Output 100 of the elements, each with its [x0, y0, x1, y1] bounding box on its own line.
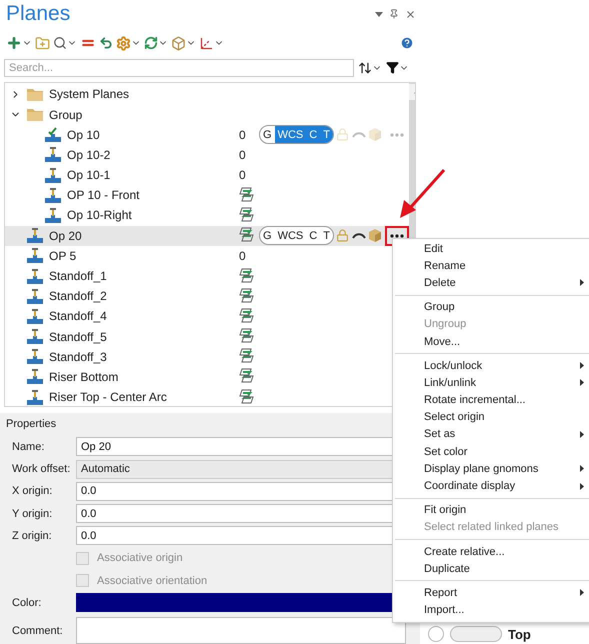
- filter-icon[interactable]: [386, 61, 399, 74]
- tree-item-label[interactable]: Standoff_2: [49, 289, 107, 304]
- tree-item-label[interactable]: Standoff_1: [49, 269, 107, 284]
- box-icon: [368, 128, 381, 142]
- plane-icon: [45, 208, 61, 223]
- submenu-arrow-icon: [580, 430, 584, 438]
- annotation-arrow: [398, 168, 448, 220]
- coordinate-toggle[interactable]: G WCS C T: [259, 226, 334, 246]
- plane-icon: [27, 329, 43, 344]
- menu-item[interactable]: Move...: [393, 332, 589, 350]
- menu-item[interactable]: Lock/unlock: [393, 357, 589, 374]
- link-icon: [239, 347, 255, 364]
- link-icon: [239, 286, 255, 303]
- field-label: Comment:: [12, 624, 64, 636]
- panel-title: Planes: [6, 2, 70, 26]
- add-icon[interactable]: [6, 35, 22, 52]
- menu-item[interactable]: Create relative...: [393, 543, 589, 560]
- offset-value: 0: [239, 248, 246, 263]
- axes-icon[interactable]: [199, 36, 214, 51]
- section-title: Properties: [6, 418, 58, 430]
- plane-check-icon: [45, 127, 61, 142]
- field-label: Y origin:: [12, 508, 54, 520]
- offset-value: 0: [239, 128, 246, 142]
- checkbox-label: Associative origin: [97, 552, 183, 564]
- checkbox-label: Associative orientation: [97, 574, 208, 587]
- link-icon: [239, 306, 255, 323]
- ellipsis-icon: [390, 234, 404, 238]
- help-icon[interactable]: [400, 36, 414, 50]
- offset-value: 0: [239, 168, 246, 182]
- link-icon: [239, 186, 255, 202]
- tree-item-label[interactable]: Riser Bottom: [49, 370, 118, 384]
- close-icon[interactable]: [405, 8, 416, 20]
- tree-item-label[interactable]: Riser Top - Center Arc: [49, 390, 167, 404]
- link-icon: [239, 206, 255, 222]
- submenu-arrow-icon: [580, 465, 584, 472]
- plane-icon: [27, 390, 43, 405]
- field-label: Color:: [12, 596, 42, 609]
- tree-item-label[interactable]: OP 5: [49, 248, 76, 263]
- selected-row[interactable]: Op 20 G WCS C T: [5, 226, 409, 246]
- tree-item-label[interactable]: Standoff_5: [49, 330, 107, 344]
- comment-field[interactable]: [76, 617, 406, 644]
- menu-item[interactable]: Link/unlink: [393, 374, 589, 392]
- offset-value: 0: [239, 148, 246, 162]
- menu-item[interactable]: Group: [393, 298, 589, 316]
- tree-item-label[interactable]: Op 20: [49, 228, 82, 243]
- tree-item-label[interactable]: Op 10-1: [67, 168, 110, 182]
- plane-icon: [27, 248, 43, 264]
- view-label: Top: [508, 626, 531, 642]
- menu-item[interactable]: Import...: [393, 602, 589, 619]
- folder-icon: [27, 88, 43, 101]
- plane-icon: [45, 147, 61, 162]
- link-icon: [239, 327, 255, 344]
- pin-icon[interactable]: [389, 9, 399, 20]
- submenu-arrow-icon: [580, 589, 584, 596]
- ellipsis-icon: [390, 132, 404, 137]
- submenu-arrow-icon: [580, 482, 584, 490]
- tree-item-label[interactable]: OP 10 - Front: [67, 188, 140, 202]
- link-icon: [239, 367, 255, 384]
- refresh-icon[interactable]: [144, 36, 158, 50]
- arc-icon: [352, 130, 366, 140]
- sort-icon[interactable]: [358, 60, 372, 74]
- tree-item-label[interactable]: Op 10-Right: [67, 208, 132, 222]
- submenu-arrow-icon: [580, 379, 584, 386]
- tree-item-label[interactable]: Group: [49, 108, 82, 122]
- field-label: Z origin:: [12, 530, 53, 542]
- menu-item[interactable]: Report: [393, 584, 589, 602]
- tree-item-label[interactable]: Standoff_4: [49, 309, 107, 324]
- plane-icon: [45, 168, 61, 183]
- field-label: Work offset:: [12, 463, 72, 476]
- link-icon: [239, 388, 255, 404]
- menu-item[interactable]: Delete: [393, 274, 589, 292]
- search-field[interactable]: Search...: [4, 58, 354, 76]
- tree-item-label[interactable]: Op 10-2: [67, 148, 110, 162]
- menu-item[interactable]: Select origin: [393, 408, 589, 426]
- menu-item[interactable]: Duplicate: [393, 560, 589, 578]
- tree-item-label[interactable]: Op 10: [67, 128, 100, 142]
- plane-icon: [27, 308, 43, 324]
- tree-item-label[interactable]: Standoff_3: [49, 350, 107, 364]
- link-icon: [239, 226, 255, 242]
- menu-item[interactable]: Rotate incremental...: [393, 392, 589, 409]
- field-label: X origin:: [12, 485, 54, 498]
- plane-icon: [27, 288, 43, 304]
- plane-icon: [27, 228, 43, 244]
- box-icon: [368, 229, 381, 242]
- menu-item[interactable]: Rename: [393, 257, 589, 274]
- undo-icon[interactable]: [99, 36, 113, 50]
- folder-icon: [27, 108, 43, 122]
- search-icon[interactable]: [53, 36, 67, 50]
- field-label: Name:: [12, 440, 46, 453]
- submenu-arrow-icon: [580, 362, 584, 370]
- plane-icon: [27, 369, 43, 384]
- plane-icon: [45, 188, 61, 203]
- tree-item-label[interactable]: System Planes: [49, 87, 130, 102]
- plane-icon: [27, 349, 43, 364]
- coordinate-toggle[interactable]: G WCS C T: [259, 125, 334, 144]
- dropdown-arrow-icon[interactable]: [375, 12, 383, 17]
- plane-icon: [27, 268, 43, 284]
- link-icon: [239, 266, 255, 283]
- arc-icon: [352, 231, 366, 240]
- submenu-arrow-icon: [580, 279, 584, 286]
